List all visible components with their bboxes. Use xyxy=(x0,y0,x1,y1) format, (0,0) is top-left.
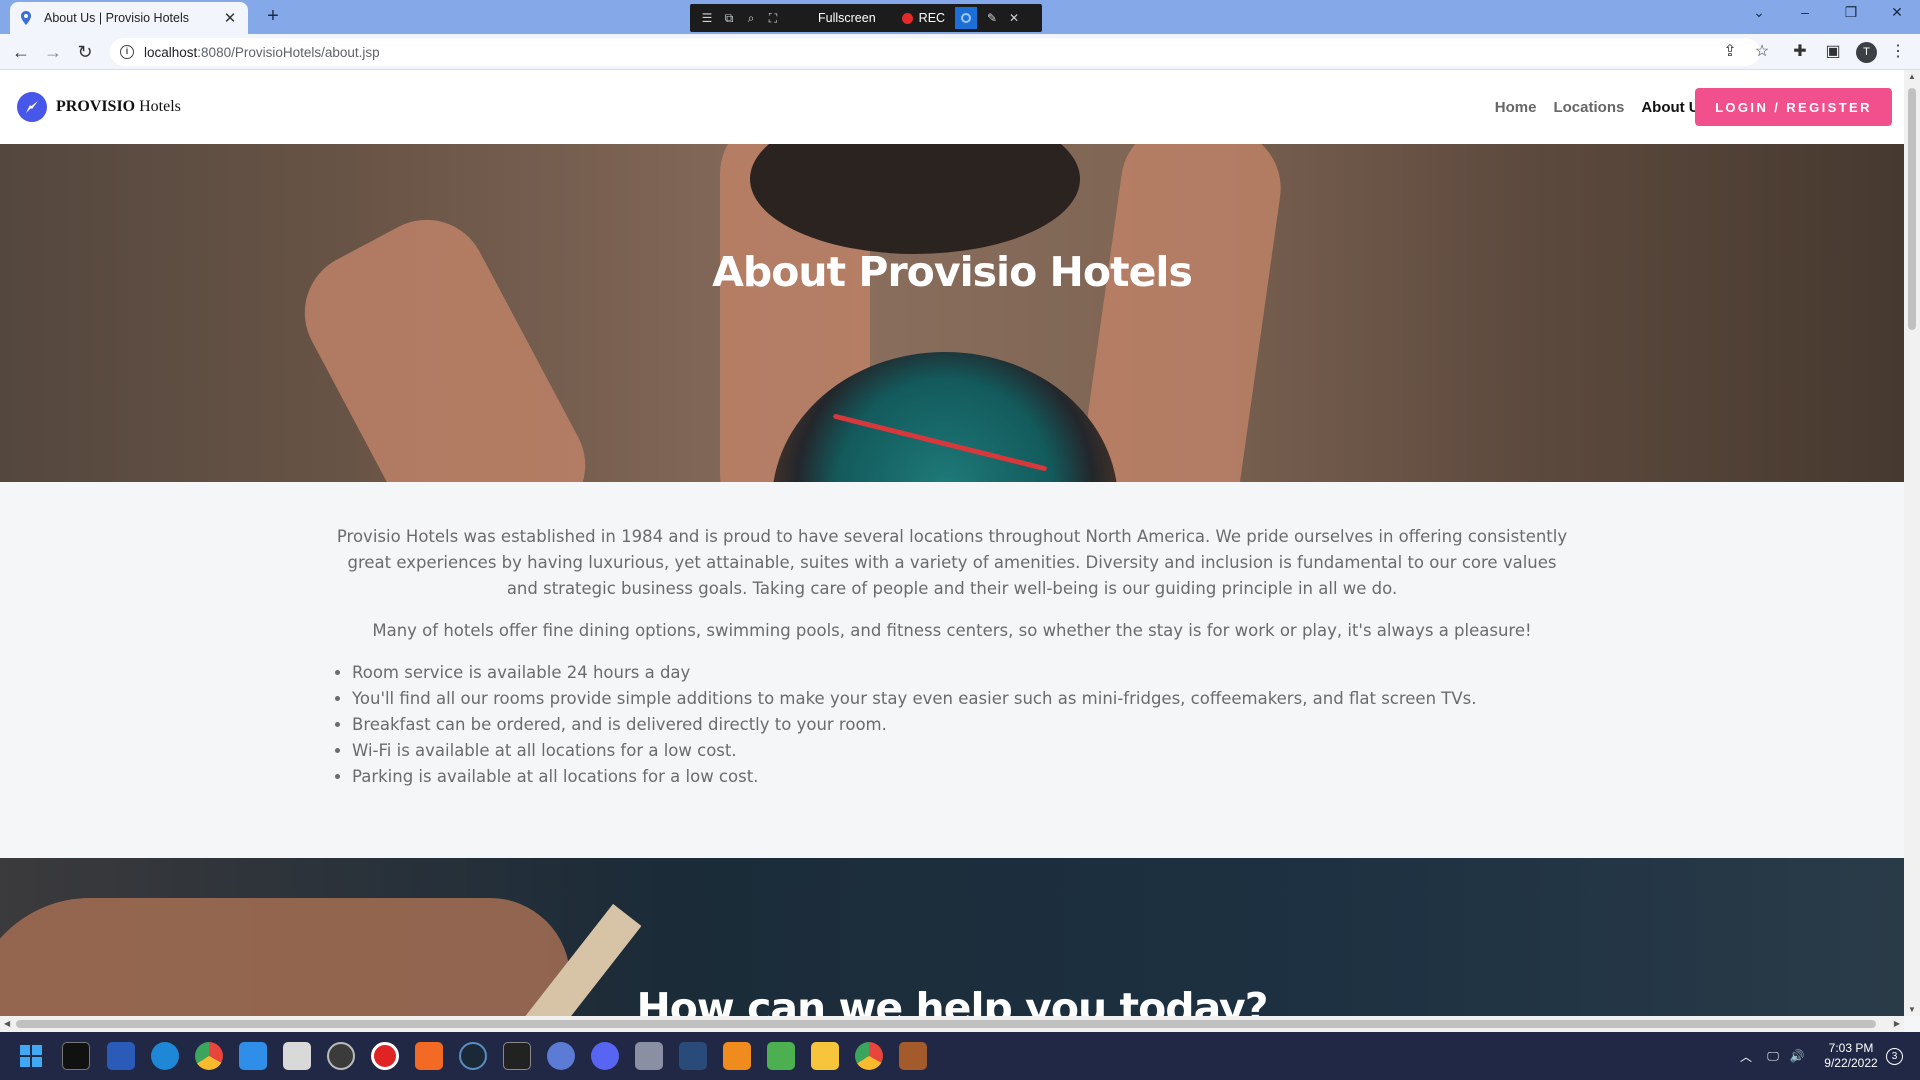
browser-toolbar: ← → ↻ i localhost:8080/ProvisioHotels/ab… xyxy=(0,34,1920,70)
brand-bold: PROVISIO xyxy=(56,98,136,115)
windows-start-icon[interactable] xyxy=(20,1045,42,1067)
nav-home[interactable]: Home xyxy=(1495,99,1537,116)
volume-icon[interactable]: 🔊 xyxy=(1786,1032,1808,1080)
back-icon[interactable]: ← xyxy=(10,41,32,63)
epic-games-icon[interactable] xyxy=(503,1042,531,1070)
app-icon-brown[interactable] xyxy=(899,1042,927,1070)
list-item: Wi-Fi is available at all locations for … xyxy=(352,738,1574,764)
windows-taskbar: ︿ 🖵 🔊 7:03 PM 9/22/2022 3 xyxy=(0,1032,1920,1080)
close-tab-icon[interactable]: ✕ xyxy=(222,9,238,27)
profile-avatar[interactable]: T xyxy=(1856,42,1877,63)
horizontal-scrollbar[interactable]: ◀ ▶ xyxy=(0,1016,1904,1032)
nav-locations[interactable]: Locations xyxy=(1553,99,1624,116)
chrome-active-icon[interactable] xyxy=(855,1042,883,1070)
pen-icon[interactable]: ✎ xyxy=(981,9,1003,27)
mail-icon[interactable] xyxy=(239,1042,267,1070)
help-title: How can we help you today? xyxy=(636,984,1268,1016)
location-pin-icon xyxy=(21,11,31,25)
obs-icon[interactable] xyxy=(327,1042,355,1070)
close-window-icon[interactable]: ✕ xyxy=(1874,4,1920,21)
record-dot-icon[interactable] xyxy=(901,12,913,24)
scroll-left-icon[interactable]: ◀ xyxy=(4,1019,10,1028)
tray-chevron-icon[interactable]: ︿ xyxy=(1736,1032,1756,1080)
scroll-up-icon[interactable]: ▲ xyxy=(1908,72,1916,81)
window-icon[interactable]: ⧉ xyxy=(718,9,740,27)
notification-badge[interactable]: 3 xyxy=(1886,1048,1903,1065)
reload-icon[interactable]: ↻ xyxy=(74,41,96,63)
brand-rest: Hotels xyxy=(135,98,181,115)
vscode-icon[interactable] xyxy=(679,1042,707,1070)
region-icon[interactable]: ⌕ xyxy=(740,9,762,27)
minimize-icon[interactable]: – xyxy=(1782,4,1828,20)
list-item: Parking is available at all locations fo… xyxy=(352,764,1574,790)
hero-image-finger-2 xyxy=(1071,144,1289,482)
list-item: Breakfast can be ordered, and is deliver… xyxy=(352,712,1574,738)
word-icon[interactable] xyxy=(107,1042,135,1070)
url-text: localhost:8080/ProvisioHotels/about.jsp xyxy=(144,45,380,60)
url-path: :8080/ProvisioHotels/about.jsp xyxy=(197,44,380,60)
close-recorder-icon[interactable]: ✕ xyxy=(1003,9,1025,27)
taskbar-clock[interactable]: 7:03 PM 9/22/2022 xyxy=(1810,1041,1892,1071)
discord-icon[interactable] xyxy=(591,1042,619,1070)
browser-tab[interactable]: About Us | Provisio Hotels ✕ xyxy=(10,2,248,34)
side-panel-icon[interactable]: ▣ xyxy=(1822,42,1844,62)
list-item: Room service is available 24 hours a day xyxy=(352,660,1574,686)
fullscreen-label[interactable]: Fullscreen xyxy=(818,11,876,25)
about-paragraph-2: Many of hotels offer fine dining options… xyxy=(372,621,1532,640)
hero-banner: About Provisio Hotels xyxy=(0,144,1904,482)
site-header: PROVISIO Hotels Home Locations About Us … xyxy=(0,70,1904,144)
restore-icon[interactable]: ❐ xyxy=(1828,4,1874,21)
browser-menu-icon[interactable]: ⋮ xyxy=(1887,42,1909,62)
address-bar[interactable]: i localhost:8080/ProvisioHotels/about.js… xyxy=(110,38,1760,66)
edge-icon[interactable] xyxy=(151,1042,179,1070)
clock-date: 9/22/2022 xyxy=(1824,1056,1878,1070)
record-app-icon[interactable] xyxy=(371,1042,399,1070)
about-section: Provisio Hotels was established in 1984 … xyxy=(0,482,1904,790)
menu-icon[interactable]: ☰ xyxy=(696,9,718,27)
tab-title: About Us | Provisio Hotels xyxy=(44,11,189,25)
vertical-scrollbar[interactable]: ▲ ▼ xyxy=(1904,70,1920,1016)
help-banner: How can we help you today? xyxy=(0,858,1904,1016)
vertical-scroll-thumb[interactable] xyxy=(1908,88,1916,330)
app-icon-blue-circle[interactable] xyxy=(547,1042,575,1070)
browser-tabstrip: About Us | Provisio Hotels ✕ + ☰ ⧉ ⌕ ⛶ F… xyxy=(0,0,1920,34)
share-icon[interactable]: ⇪ xyxy=(1719,42,1741,62)
bookmark-star-icon[interactable]: ☆ xyxy=(1751,42,1773,62)
hero-image-thumb xyxy=(283,198,607,482)
main-nav: Home Locations About Us xyxy=(1495,70,1708,144)
scroll-right-icon[interactable]: ▶ xyxy=(1894,1019,1900,1028)
horizontal-scroll-thumb[interactable] xyxy=(16,1020,1876,1028)
brand-name[interactable]: PROVISIO Hotels xyxy=(56,98,181,116)
login-register-button[interactable]: LOGIN / REGISTER xyxy=(1695,88,1892,126)
rec-label[interactable]: REC xyxy=(919,11,945,25)
notepad-icon[interactable] xyxy=(767,1042,795,1070)
website: PROVISIO Hotels Home Locations About Us … xyxy=(0,70,1904,1016)
new-tab-button[interactable]: + xyxy=(262,6,284,26)
forward-icon[interactable]: → xyxy=(42,41,64,63)
chrome-icon[interactable] xyxy=(195,1042,223,1070)
steam-icon[interactable] xyxy=(459,1042,487,1070)
features-list: Room service is available 24 hours a day… xyxy=(352,660,1574,790)
scroll-down-icon[interactable]: ▼ xyxy=(1908,1005,1916,1014)
file-explorer-icon[interactable] xyxy=(811,1042,839,1070)
hero-title: About Provisio Hotels xyxy=(712,248,1193,296)
brave-icon[interactable] xyxy=(415,1042,443,1070)
network-icon[interactable]: 🖵 xyxy=(1762,1032,1784,1080)
extensions-icon[interactable]: ✚ xyxy=(1789,42,1811,62)
compass-logo-icon[interactable] xyxy=(17,92,47,122)
app-icon-gray[interactable] xyxy=(635,1042,663,1070)
list-item: You'll find all our rooms provide simple… xyxy=(352,686,1574,712)
about-paragraph-1: Provisio Hotels was established in 1984 … xyxy=(336,527,1568,598)
tab-search-icon[interactable]: ⌄ xyxy=(1736,4,1782,21)
webcam-icon[interactable] xyxy=(955,7,978,29)
url-host: localhost xyxy=(144,44,198,60)
recorder-toolbar: ☰ ⧉ ⌕ ⛶ Fullscreen REC ✎ ✕ xyxy=(690,4,1042,32)
calculator-icon[interactable] xyxy=(283,1042,311,1070)
crop-icon[interactable]: ⛶ xyxy=(762,9,784,27)
terminal-icon[interactable] xyxy=(62,1042,90,1070)
sublime-icon[interactable] xyxy=(723,1042,751,1070)
site-info-icon[interactable]: i xyxy=(120,45,134,59)
clock-time: 7:03 PM xyxy=(1828,1041,1874,1055)
